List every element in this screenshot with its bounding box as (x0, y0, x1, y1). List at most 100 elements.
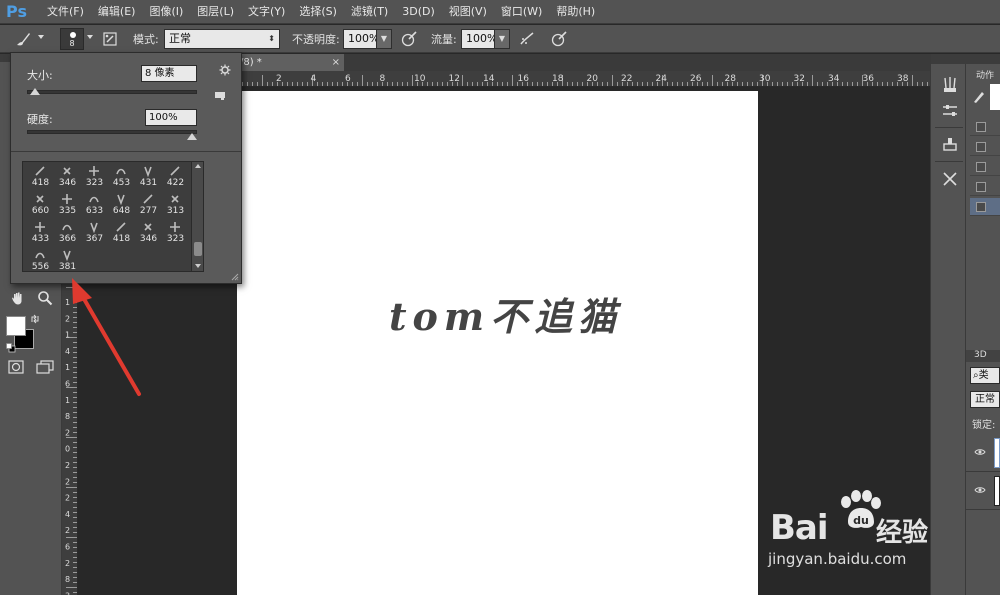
menu-item-4[interactable]: 文字(Y) (241, 0, 292, 24)
eye-icon[interactable] (974, 448, 986, 456)
brush-tip-icon (62, 194, 72, 204)
brush-preset[interactable]: 433 (27, 218, 54, 246)
panel-grip[interactable] (966, 54, 1000, 64)
zoom-tool-icon[interactable] (37, 290, 53, 306)
brush-preset-size: 556 (31, 262, 50, 272)
action-row[interactable] (970, 138, 1000, 156)
brush-preset[interactable]: 633 (81, 190, 108, 218)
brush-preset-list: 418 346 323 453 431 422 660 335 633 648 277 313 433 3… (22, 161, 204, 272)
hand-tool-icon[interactable] (10, 290, 26, 306)
canvas[interactable]: tom不追猫 (237, 91, 758, 595)
eye-icon[interactable] (974, 486, 986, 494)
preset-scrollbar[interactable] (191, 162, 203, 271)
brush-preset[interactable]: 367 (81, 218, 108, 246)
flow-dropdown-button[interactable]: ▼ (494, 29, 510, 49)
flow-input[interactable]: 100% (461, 29, 497, 49)
new-preset-icon[interactable] (214, 91, 226, 101)
watermark-brand-jingyan: 经验 (876, 518, 929, 548)
action-checkbox[interactable] (976, 142, 986, 152)
brush-preset[interactable]: 422 (162, 162, 189, 190)
action-row[interactable] (970, 178, 1000, 196)
brush-tool-preset-button[interactable] (12, 28, 34, 50)
hardness-slider-track[interactable] (27, 130, 197, 134)
menu-item-3[interactable]: 图层(L) (190, 0, 241, 24)
pressure-opacity-button[interactable] (398, 28, 420, 50)
tool-presets-panel-icon[interactable] (941, 170, 959, 188)
close-icon[interactable]: × (332, 54, 340, 71)
menu-item-7[interactable]: 3D(D) (395, 0, 442, 24)
menu-item-2[interactable]: 图像(I) (142, 0, 190, 24)
brush-preset[interactable]: 648 (108, 190, 135, 218)
brush-preset[interactable]: 418 (27, 162, 54, 190)
resize-grip-icon[interactable] (231, 273, 239, 281)
action-row[interactable] (970, 158, 1000, 176)
ruler-label: 8 (380, 74, 386, 84)
action-checkbox[interactable] (976, 182, 986, 192)
layer-filter-input[interactable]: ⌕类 (970, 367, 1000, 384)
brush-tip-icon (63, 250, 71, 261)
layer-row[interactable] (966, 472, 1000, 510)
mode-select[interactable]: 正常 ⬍ (164, 29, 280, 49)
brush-preset[interactable]: 323 (162, 218, 189, 246)
menu-item-9[interactable]: 窗口(W) (494, 0, 549, 24)
scroll-thumb[interactable] (194, 242, 202, 256)
brush-preset[interactable]: 346 (54, 162, 81, 190)
airbrush-button[interactable] (516, 28, 538, 50)
size-input[interactable]: 8 像素 (141, 65, 197, 82)
foreground-color-swatch[interactable] (6, 316, 26, 336)
menu-item-8[interactable]: 视图(V) (442, 0, 494, 24)
brush-preset[interactable]: 453 (108, 162, 135, 190)
strip-grip[interactable] (931, 54, 967, 64)
brush-settings-panel-icon[interactable] (941, 102, 959, 120)
document-tab[interactable]: /8) * × (234, 54, 344, 71)
brush-preset[interactable]: 431 (135, 162, 162, 190)
brush-preset-size: 453 (112, 178, 131, 188)
brush-preset[interactable]: 277 (135, 190, 162, 218)
tab-3d[interactable]: 3D (974, 350, 987, 360)
hardness-slider-thumb[interactable] (187, 133, 197, 140)
action-row[interactable] (970, 118, 1000, 136)
brush-preset-size: 418 (112, 234, 131, 244)
menu-item-1[interactable]: 编辑(E) (91, 0, 143, 24)
layer-row[interactable] (966, 434, 1000, 472)
brush-preset[interactable]: 660 (27, 190, 54, 218)
brush-panel-toggle-button[interactable] (99, 28, 121, 50)
ruler-label: 3 (65, 591, 70, 595)
screen-mode-icon[interactable] (36, 359, 54, 375)
brush-preset[interactable]: 366 (54, 218, 81, 246)
brush-preset[interactable]: 556 (27, 246, 54, 274)
brush-preset[interactable]: 335 (54, 190, 81, 218)
brush-preset[interactable]: 323 (81, 162, 108, 190)
scroll-down-icon[interactable] (195, 264, 201, 268)
menu-item-5[interactable]: 选择(S) (292, 0, 344, 24)
blend-mode-select[interactable]: 正常 (970, 391, 1000, 408)
action-checkbox[interactable] (976, 202, 986, 212)
brush-preset[interactable]: 313 (162, 190, 189, 218)
opacity-dropdown-button[interactable]: ▼ (376, 29, 392, 49)
size-slider-track[interactable] (27, 90, 197, 94)
chevron-down-icon[interactable] (87, 35, 93, 39)
action-row-selected[interactable] (970, 198, 1000, 216)
menu-item-0[interactable]: 文件(F) (40, 0, 91, 24)
chevron-down-icon[interactable] (38, 35, 44, 39)
clone-source-panel-icon[interactable] (941, 136, 959, 154)
hardness-input[interactable]: 100% (145, 109, 197, 126)
menu-item-6[interactable]: 滤镜(T) (344, 0, 395, 24)
brush-presets-panel-icon[interactable] (941, 76, 959, 94)
brush-picker-button[interactable]: 8 (60, 28, 84, 50)
quick-mask-icon[interactable] (8, 360, 24, 374)
brush-preset[interactable]: 381 (54, 246, 81, 274)
scroll-up-icon[interactable] (195, 164, 201, 168)
actions-tab[interactable]: 动作 (976, 68, 994, 81)
opacity-input[interactable]: 100% (343, 29, 379, 49)
action-checkbox[interactable] (976, 122, 986, 132)
size-slider-thumb[interactable] (30, 88, 41, 95)
brush-preset[interactable]: 346 (135, 218, 162, 246)
action-checkbox[interactable] (976, 162, 986, 172)
default-colors-icon[interactable] (6, 343, 16, 353)
pressure-size-button[interactable] (548, 28, 570, 50)
swap-colors-icon[interactable] (30, 314, 40, 324)
brush-preset[interactable]: 418 (108, 218, 135, 246)
menu-item-10[interactable]: 帮助(H) (549, 0, 602, 24)
gear-icon[interactable] (219, 64, 231, 76)
